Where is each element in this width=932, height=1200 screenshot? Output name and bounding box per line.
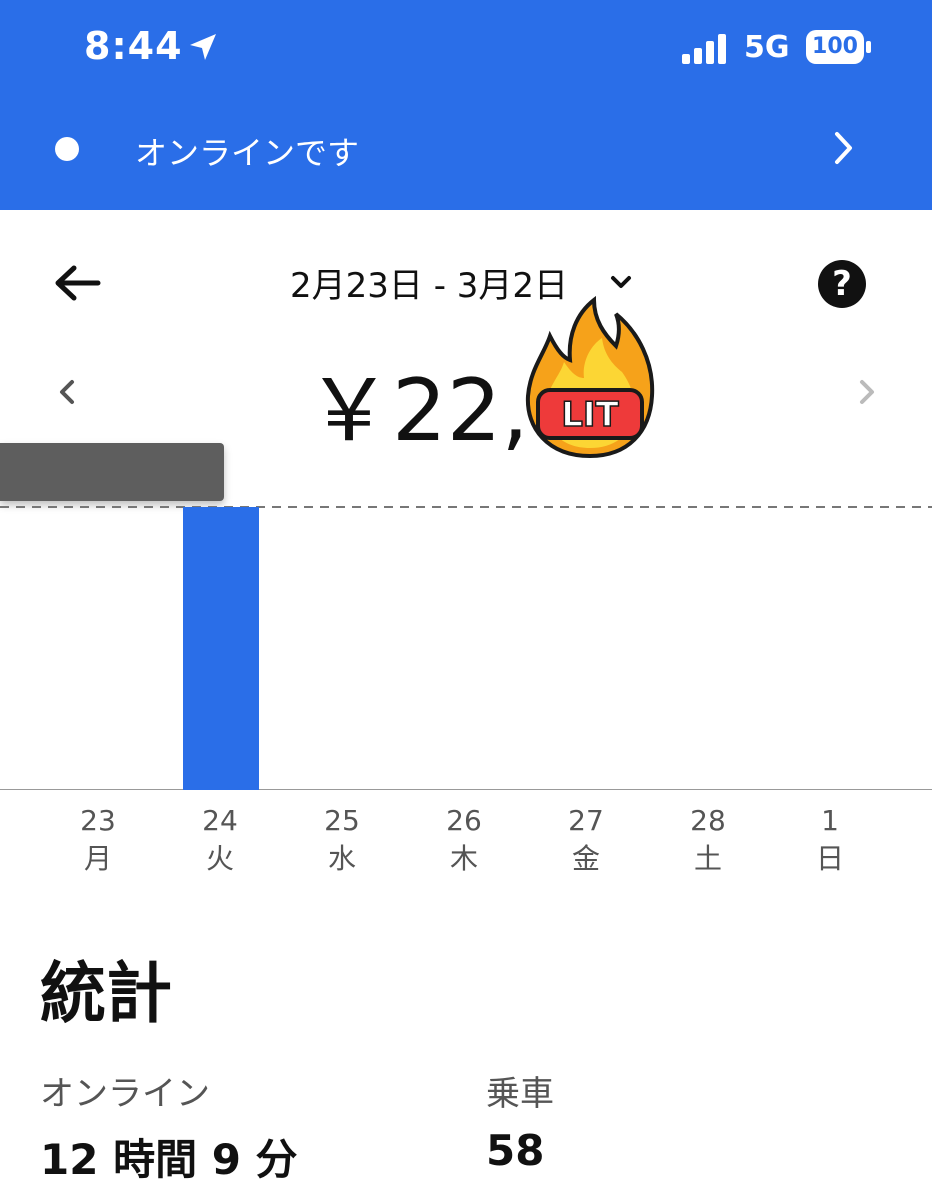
x-tick-day: 28 [690, 804, 726, 837]
x-tick-day: 27 [568, 804, 604, 837]
signal-icon [682, 34, 726, 64]
x-tick-25: 25 水 [297, 802, 387, 878]
chevron-right-icon[interactable] [828, 128, 858, 168]
x-tick-weekday: 金 [571, 842, 600, 875]
x-tick-day: 25 [324, 804, 360, 837]
x-tick-28: 28 土 [663, 802, 753, 878]
rides-label: 乗車 [486, 1074, 554, 1114]
x-tick-27: 27 金 [541, 802, 631, 878]
x-tick-day: 23 [80, 804, 116, 837]
online-time-value: 12 時間 9 分 [40, 1135, 298, 1184]
weekly-total-earnings: ￥22,7 [306, 361, 556, 461]
battery-level: 100 [812, 34, 858, 59]
x-tick-weekday: 月 [83, 842, 112, 875]
previous-week-chevron-icon[interactable] [54, 372, 82, 412]
chart-bar-24[interactable] [183, 507, 259, 790]
x-tick-weekday: 水 [327, 842, 356, 875]
online-status-dot [55, 137, 79, 161]
lit-fire-sticker: LIT [525, 296, 655, 459]
chart-plot [0, 506, 932, 790]
location-arrow-icon [190, 34, 216, 60]
x-tick-weekday: 土 [693, 842, 722, 875]
status-time: 8:44 [84, 24, 183, 68]
chevron-down-icon[interactable] [606, 270, 636, 294]
help-icon[interactable]: ? [818, 260, 866, 308]
x-tick-24: 24 火 [175, 802, 265, 878]
next-week-chevron-icon[interactable] [852, 372, 880, 412]
x-tick-23: 23 月 [53, 802, 143, 878]
x-tick-weekday: 木 [449, 842, 478, 875]
online-time-label: オンライン [40, 1074, 210, 1114]
x-tick-weekday: 日 [815, 842, 844, 875]
network-type: 5G [744, 30, 790, 65]
top-banner: 8:44 5G 100 オンラインです [0, 0, 932, 210]
lit-sticker-text: LIT [561, 395, 619, 435]
x-tick-day: 1 [821, 804, 839, 837]
x-tick-1: 1日 [785, 802, 875, 878]
online-status-label[interactable]: オンラインです [135, 128, 359, 174]
x-tick-weekday: 火 [205, 842, 234, 875]
x-tick-26: 26 木 [419, 802, 509, 878]
weekly-earnings-chart: 23 月 24 火 25 水 26 木 27 金 28 土 1 日 [0, 480, 932, 890]
x-tick-day: 24 [202, 804, 238, 837]
back-arrow-icon[interactable] [50, 258, 104, 308]
stats-heading: 統計 [40, 955, 172, 1032]
x-tick-day: 26 [446, 804, 482, 837]
rides-value: 58 [486, 1126, 545, 1175]
